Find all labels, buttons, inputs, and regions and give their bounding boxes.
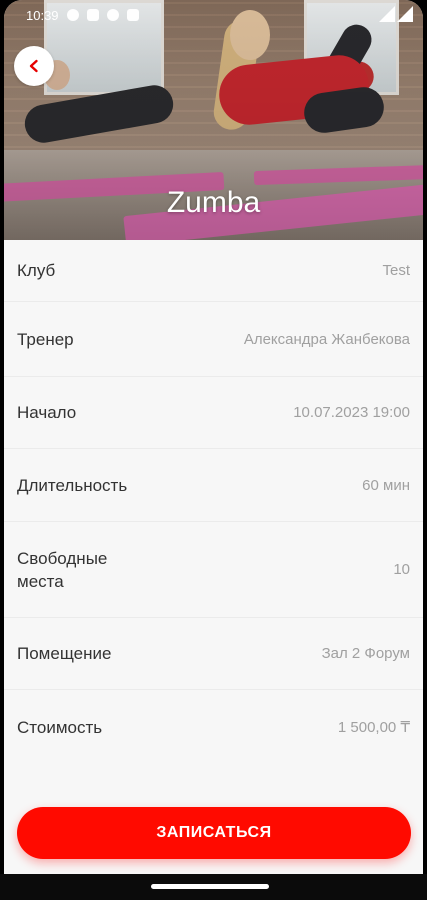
- home-indicator[interactable]: [151, 884, 269, 889]
- status-time: 10:39: [26, 7, 59, 23]
- detail-label: Начало: [17, 403, 77, 422]
- detail-label: Помещение: [17, 644, 112, 663]
- app-screen: 10:39 Zumba Клуб Test Тренер Александра …: [4, 0, 423, 900]
- detail-value: 10.07.2023 19:00: [293, 404, 410, 421]
- detail-label: Тренер: [17, 329, 74, 349]
- class-title: Zumba: [166, 186, 261, 219]
- wifi-icon: [379, 6, 395, 22]
- notification-icon: [66, 9, 79, 21]
- detail-row-room: Помещение Зал 2 Форум: [4, 618, 423, 690]
- back-button[interactable]: [14, 46, 54, 86]
- chevron-left-icon: [29, 59, 38, 73]
- detail-value: 60 мин: [362, 476, 410, 494]
- detail-row-start: Начало 10.07.2023 19:00: [4, 377, 423, 449]
- detail-label: Длительность: [17, 475, 128, 495]
- detail-value: Test: [382, 262, 410, 279]
- detail-value: Александра Жанбекова: [243, 330, 410, 348]
- detail-row-price: Стоимость 1 500,00 ₸: [4, 690, 423, 764]
- location-icon: [106, 9, 119, 21]
- detail-row-trainer: Тренер Александра Жанбекова: [4, 302, 423, 377]
- status-bar: 10:39: [4, 0, 423, 30]
- detail-label: Стоимость: [17, 717, 103, 737]
- sim-icon: [126, 9, 139, 21]
- signal-icon: [397, 6, 413, 22]
- detail-row-club: Клуб Test: [4, 240, 423, 302]
- detail-row-free-spots: Свободные места 10: [4, 522, 423, 618]
- class-details-list: Клуб Test Тренер Александра Жанбекова На…: [4, 240, 423, 764]
- detail-label: Клуб: [17, 261, 56, 280]
- book-button[interactable]: ЗАПИСАТЬСЯ: [17, 807, 411, 859]
- detail-value: 10: [393, 561, 410, 578]
- detail-label: Свободные места: [17, 548, 108, 591]
- detail-value: 1 500,00 ₸: [337, 719, 410, 736]
- detail-value: Зал 2 Форум: [321, 645, 410, 662]
- detail-row-duration: Длительность 60 мин: [4, 449, 423, 522]
- app-icon: [86, 9, 99, 21]
